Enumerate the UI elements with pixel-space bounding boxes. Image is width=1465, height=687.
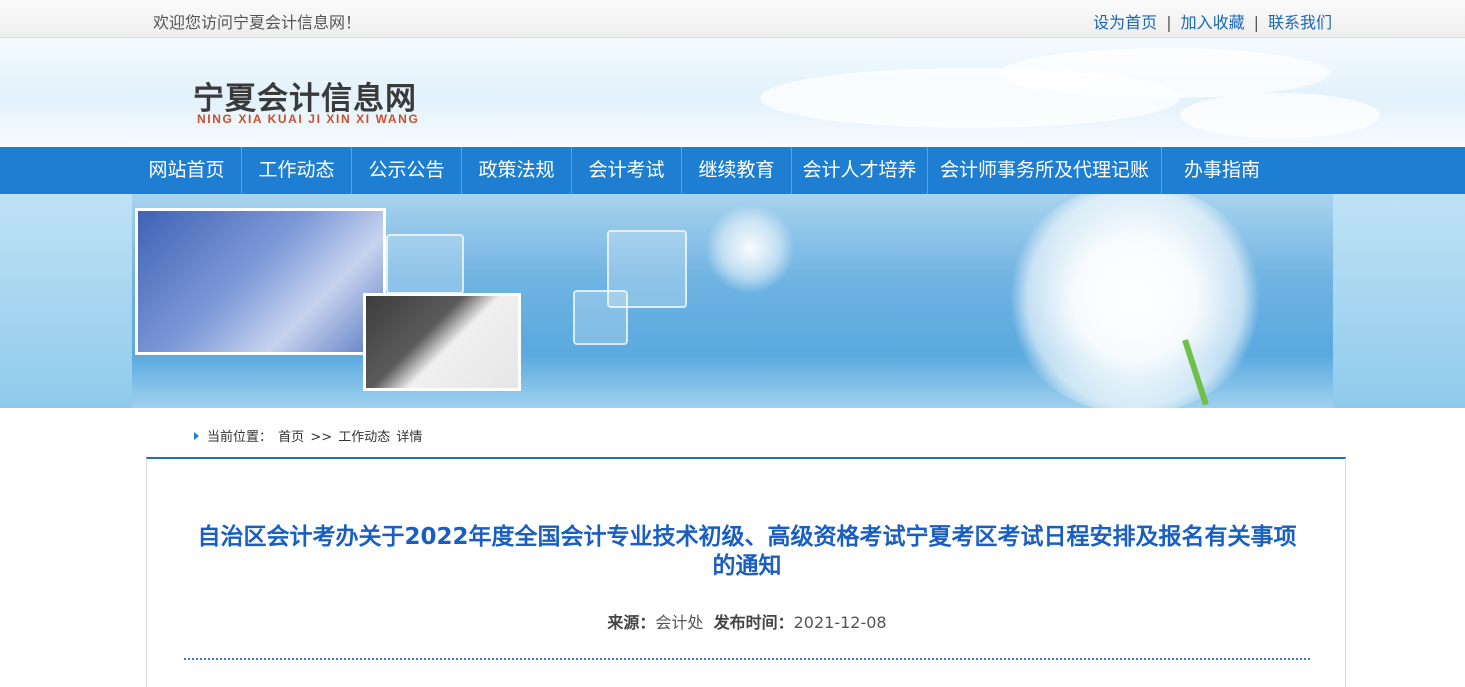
breadcrumb-section-link[interactable]: 工作动态 xyxy=(338,430,390,445)
banner-side xyxy=(1333,194,1465,408)
article-container: 自治区会计考办关于2022年度全国会计专业技术初级、高级资格考试宁夏考区考试日程… xyxy=(146,457,1346,687)
nav-item-announcements[interactable]: 公示公告 xyxy=(352,147,462,194)
banner-image xyxy=(0,194,1465,408)
breadcrumb-separator: >> xyxy=(310,430,333,445)
article-meta: 来源：会计处 发布时间：2021-12-08 xyxy=(147,609,1347,633)
separator: | xyxy=(1166,13,1172,32)
top-bar: 欢迎您访问宁夏会计信息网！ 设为首页 | 加入收藏 | 联系我们 xyxy=(0,0,1465,38)
article-title: 自治区会计考办关于2022年度全国会计专业技术初级、高级资格考试宁夏考区考试日程… xyxy=(197,524,1297,579)
set-homepage-link[interactable]: 设为首页 xyxy=(1093,13,1157,32)
breadcrumb-home-link[interactable]: 首页 xyxy=(278,430,304,445)
glass-square-decoration xyxy=(386,234,464,294)
cloud-decoration xyxy=(1180,93,1380,138)
welcome-text: 欢迎您访问宁夏会计信息网！ xyxy=(153,13,362,32)
separator: | xyxy=(1253,13,1259,32)
breadcrumb-arrow-icon xyxy=(194,432,199,440)
source-label: 来源： xyxy=(607,613,656,632)
dandelion-seed-decoration xyxy=(705,204,795,294)
nav-item-policies[interactable]: 政策法规 xyxy=(462,147,572,194)
breadcrumb-label: 当前位置： xyxy=(207,430,273,445)
glass-square-decoration xyxy=(573,290,628,345)
site-logo-pinyin: NING XIA KUAI JI XIN XI WANG xyxy=(197,112,420,126)
add-favorite-link[interactable]: 加入收藏 xyxy=(1181,13,1245,32)
site-header: 宁夏会计信息网 NING XIA KUAI JI XIN XI WANG xyxy=(0,38,1465,147)
cloud-decoration xyxy=(1000,48,1330,98)
breadcrumb-current: 详情 xyxy=(396,430,423,445)
chart-photo xyxy=(135,208,386,355)
dandelion-decoration xyxy=(1005,194,1265,408)
breadcrumb: 当前位置： 首页 >> 工作动态 详情 xyxy=(194,426,424,445)
calculator-photo xyxy=(363,293,521,391)
divider xyxy=(184,658,1310,660)
date-label: 发布时间： xyxy=(713,613,794,632)
nav-item-accounting-firms[interactable]: 会计师事务所及代理记账 xyxy=(928,147,1162,194)
nav-item-service-guide[interactable]: 办事指南 xyxy=(1162,147,1282,194)
nav-item-continuing-education[interactable]: 继续教育 xyxy=(682,147,792,194)
banner-side xyxy=(0,194,132,408)
nav-item-exams[interactable]: 会计考试 xyxy=(572,147,682,194)
nav-item-home[interactable]: 网站首页 xyxy=(132,147,242,194)
date-value: 2021-12-08 xyxy=(793,613,887,632)
nav-item-talent-training[interactable]: 会计人才培养 xyxy=(792,147,928,194)
nav-item-work-news[interactable]: 工作动态 xyxy=(242,147,352,194)
top-links: 设为首页 | 加入收藏 | 联系我们 xyxy=(1093,9,1332,33)
main-nav: 网站首页 工作动态 公示公告 政策法规 会计考试 继续教育 会计人才培养 会计师… xyxy=(0,147,1465,194)
contact-us-link[interactable]: 联系我们 xyxy=(1268,13,1332,32)
source-value: 会计处 xyxy=(655,613,704,632)
